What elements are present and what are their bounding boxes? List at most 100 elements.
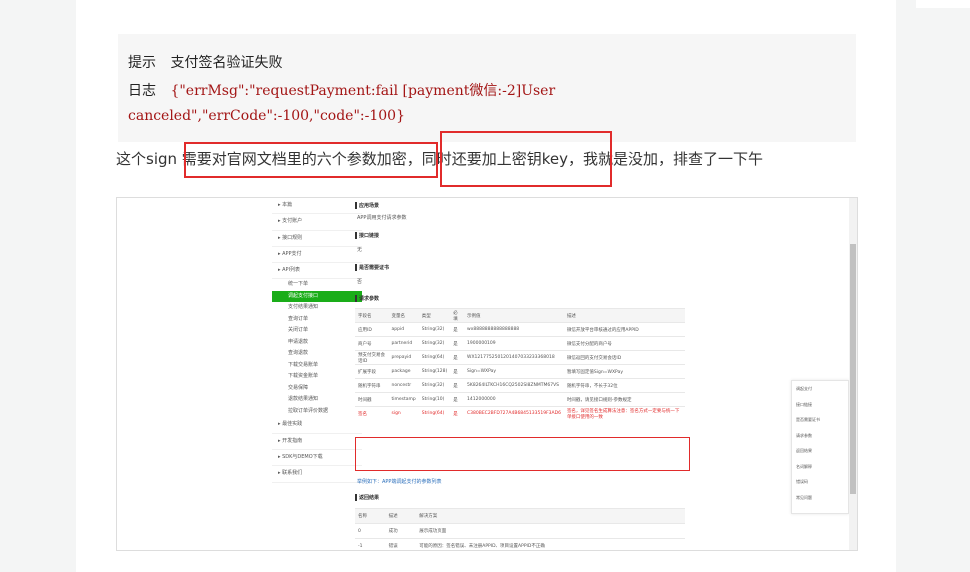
table-cell: 是 xyxy=(450,364,465,379)
section-heading: 应用场景 xyxy=(355,202,379,209)
nav-item[interactable]: ▸ 最佳实践 xyxy=(272,417,362,434)
section-heading: 请求参数 xyxy=(355,295,379,302)
table-cell: String(64) xyxy=(418,350,451,365)
table-cell: 微信开放平台审核通过的应用APPID xyxy=(563,322,685,337)
toc-item[interactable]: 常见问题 xyxy=(792,490,848,506)
table-header: 变量名 xyxy=(388,308,419,323)
highlight-box-key xyxy=(440,131,612,187)
table-cell: 错误 xyxy=(385,538,417,550)
toc-item[interactable]: 请求参数 xyxy=(792,428,848,444)
table-row: 随机字符串 noncestr String(32) 是 5K8264ILTKCH16CQ… xyxy=(355,378,685,393)
embedded-screenshot: ▸ 本篇 ▸ 支付账户 ▸ 接口规则 ▸ APP支付 ▸ API列表 统一下单 调起支付接口… xyxy=(116,197,858,551)
nav-item[interactable]: 统一下单 xyxy=(272,279,362,291)
doc-nav: ▸ 本篇 ▸ 支付账户 ▸ 接口规则 ▸ APP支付 ▸ API列表 统一下单 调起支付接口… xyxy=(272,198,362,550)
nav-item[interactable]: 查询退款 xyxy=(272,348,362,360)
table-row: 扩展字段 package String(128) 是 Sign=WXPay 暂填写固定值S… xyxy=(355,364,685,379)
table-header: 名称 xyxy=(355,508,386,524)
nav-item[interactable]: 关闭订单 xyxy=(272,325,362,337)
nav-item[interactable]: 下载交易账单 xyxy=(272,360,362,372)
table-cell: 0 xyxy=(355,523,386,539)
table-header: 字段名 xyxy=(355,308,389,323)
table-header: 解决方案 xyxy=(416,508,685,524)
table-cell: 签名 xyxy=(355,406,389,420)
example-link[interactable]: 举例如下：APP端调起支付的参数列表 xyxy=(357,478,441,485)
results-table: 名称 描述 解决方案 0 成功 展示成功页面 -1 错误 可能的原因：签名错误、未注册APPID… xyxy=(355,508,685,550)
table-cell: -1 xyxy=(355,538,386,550)
nav-item[interactable]: 下载资金账单 xyxy=(272,371,362,383)
table-cell: String(10) xyxy=(418,392,451,407)
nav-item[interactable]: ▸ 支付账户 xyxy=(272,214,362,231)
table-cell: 是 xyxy=(450,350,465,365)
table-cell: 是 xyxy=(450,378,465,393)
toc-item[interactable]: 是否需要证书 xyxy=(792,412,848,428)
nav-item[interactable]: 退款结果通知 xyxy=(272,394,362,406)
table-cell: timestamp xyxy=(388,392,419,407)
nav-item[interactable]: 申请退款 xyxy=(272,337,362,349)
section-text: 无 xyxy=(357,247,363,253)
doc-content: 应用场景 APP调用支付请求参数 接口链接 无 是否需要证书 否 请求参数 字段… xyxy=(355,198,775,550)
table-cell: sign xyxy=(388,406,419,420)
table-row: 签名 sign String(64) 是 C380BEC2BFD727A4B684513… xyxy=(355,406,685,420)
toc-item[interactable]: 调起支付 xyxy=(792,381,848,397)
section-heading: 返回结果 xyxy=(355,494,379,501)
nav-item[interactable]: ▸ SDK与DEMO下载 xyxy=(272,450,362,467)
nav-item[interactable]: ▸ 本篇 xyxy=(272,198,362,215)
nav-item[interactable]: ▸ 接口规则 xyxy=(272,231,362,247)
code-log-line: {"errMsg":"requestPayment:fail [payment微… xyxy=(170,83,556,99)
table-cell: 1900000109 xyxy=(464,336,564,351)
table-row: 0 成功 展示成功页面 xyxy=(355,523,685,539)
table-header: 示例值 xyxy=(464,308,564,323)
table-cell: String(64) xyxy=(418,406,451,420)
toc-item[interactable]: 返回结果 xyxy=(792,443,848,459)
table-cell: 是 xyxy=(450,406,465,420)
table-row: 预支付交易会话ID prepayid String(64) 是 WX1217752501… xyxy=(355,350,685,365)
nav-item[interactable]: 拉取订单评价数据 xyxy=(272,406,362,418)
table-cell: String(32) xyxy=(418,336,451,351)
table-cell: package xyxy=(388,364,419,379)
table-cell: 是 xyxy=(450,322,465,337)
table-cell: 应用ID xyxy=(355,322,389,337)
table-header: 类型 xyxy=(418,308,451,323)
highlight-box-sign-row xyxy=(355,437,690,471)
toc-item[interactable]: 错误码 xyxy=(792,474,848,490)
table-cell: 时间戳 xyxy=(355,392,389,407)
table-cell: 是 xyxy=(450,392,465,407)
highlight-box-params xyxy=(184,142,438,178)
table-cell: C380BEC2BFD727A4B6845133519F3AD6 xyxy=(464,406,564,420)
table-cell: 随机字符串 xyxy=(355,378,389,393)
toc-item[interactable]: 接口链接 xyxy=(792,397,848,413)
table-cell: 展示成功页面 xyxy=(416,523,685,539)
toc-item[interactable]: 名词解释 xyxy=(792,459,848,475)
table-cell: 1412000000 xyxy=(464,392,564,407)
table-cell: 5K8264ILTKCH16CQ2502SI8ZNMTM67VS xyxy=(464,378,564,393)
code-log-line-cont: canceled","errCode":-100,"code":-100} xyxy=(128,108,405,124)
table-header: 描述 xyxy=(563,308,685,323)
code-block: 提示 支付签名验证失败 日志 {"errMsg":"requestPayment… xyxy=(118,34,856,142)
nav-item[interactable]: ▸ 开发指南 xyxy=(272,434,362,451)
table-cell: 微信支付分配的商户号 xyxy=(563,336,685,351)
scrollbar-thumb[interactable] xyxy=(850,244,856,494)
table-cell: prepayid xyxy=(388,350,419,365)
toc-panel: 调起支付 接口链接 是否需要证书 请求参数 返回结果 名词解释 错误码 常见问题 xyxy=(791,380,849,514)
table-cell: String(32) xyxy=(418,322,451,337)
section-text: APP调用支付请求参数 xyxy=(357,215,407,221)
table-cell: 时间戳，请见接口规则-参数规定 xyxy=(563,392,685,407)
sidebar-card xyxy=(916,0,970,8)
code-label-tip: 提示 xyxy=(128,55,156,71)
section-heading: 是否需要证书 xyxy=(355,264,389,271)
section-text: 否 xyxy=(357,279,363,285)
table-cell: 签名，详见签名生成算法注意：签名方式一定要与统一下单接口使用的一致 xyxy=(563,406,685,420)
table-row: -1 错误 可能的原因：签名错误、未注册APPID、项目设置APPID不正确 xyxy=(355,538,685,550)
table-cell: 是 xyxy=(450,336,465,351)
nav-item[interactable]: 查询订单 xyxy=(272,314,362,326)
nav-item[interactable]: 支付结果通知 xyxy=(272,302,362,314)
nav-item[interactable]: 交易保障 xyxy=(272,383,362,395)
table-cell: 扩展字段 xyxy=(355,364,389,379)
nav-item[interactable]: 调起支付接口 xyxy=(272,290,362,303)
nav-item[interactable]: ▸ API列表 xyxy=(272,263,362,280)
section-heading: 接口链接 xyxy=(355,232,379,239)
nav-item[interactable]: ▸ 联系我们 xyxy=(272,466,362,483)
table-header: 描述 xyxy=(385,508,417,524)
table-cell: wx8888888888888888 xyxy=(464,322,564,337)
nav-item[interactable]: ▸ APP支付 xyxy=(272,247,362,264)
